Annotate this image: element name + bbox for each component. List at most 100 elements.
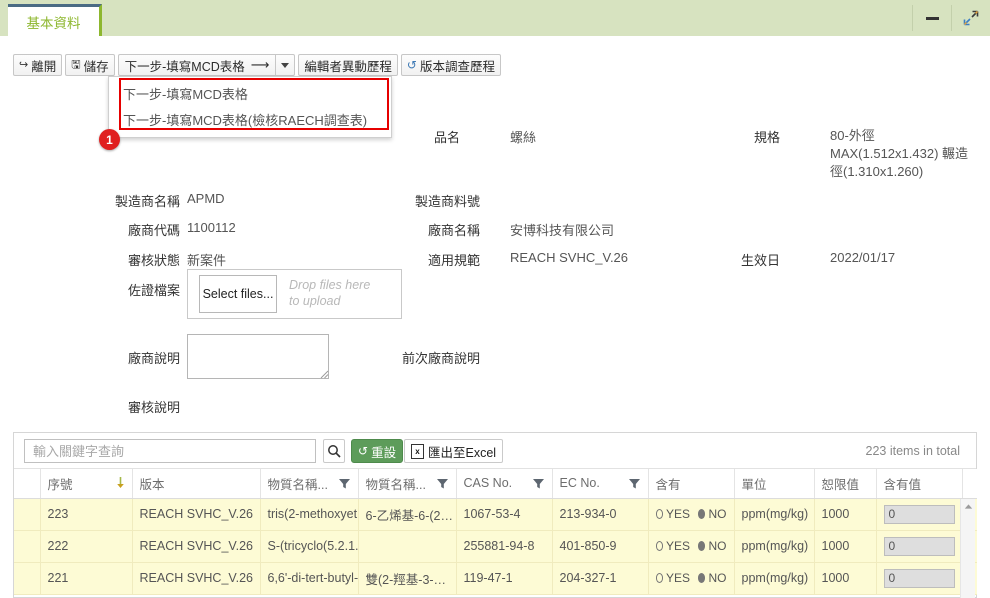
leave-button[interactable]: ↪ 離開 <box>13 54 63 76</box>
next-step-dropdown-toggle[interactable] <box>275 54 296 76</box>
sort-desc-arrow-icon <box>116 477 124 489</box>
expand-button[interactable] <box>952 0 990 36</box>
col-header-select[interactable] <box>14 469 41 499</box>
grid-vertical-scrollbar[interactable] <box>960 499 975 598</box>
col-header-limit[interactable]: 恕限值 <box>814 469 877 499</box>
row-0-contains-radio-group[interactable]: YES NO <box>655 507 727 521</box>
row-2-contains-radio-group[interactable]: YES NO <box>655 571 727 585</box>
row-1-substance-name-en: S-(tricyclo(5.2.1.0'2,6)deca-3-en-8(or 9… <box>260 530 359 563</box>
row-0-radio-no[interactable] <box>698 509 706 519</box>
row-1-limit: 1000 <box>814 530 877 563</box>
col-header-ec-no[interactable]: EC No. <box>552 469 649 499</box>
value-vendor-name: 安博科技有限公司 <box>510 223 615 238</box>
row-0-content-value[interactable] <box>876 498 963 531</box>
version-history-button[interactable]: ↺ 版本調查歷程 <box>400 54 501 76</box>
row-0-limit: 1000 <box>814 498 877 531</box>
dropdown-item-1-label: 下一步-填寫MCD表格(檢核RAECH調查表) <box>123 112 368 128</box>
col-header-scrollpad <box>962 469 977 499</box>
row-0-content-value-input[interactable] <box>883 504 955 524</box>
col-header-content-value[interactable]: 含有值 <box>876 469 963 499</box>
row-1-version: REACH SVHC_V.26 <box>132 530 261 563</box>
row-0-cas-no: 1067-53-4 <box>456 498 553 531</box>
row-1-content-value-input[interactable] <box>883 536 955 556</box>
select-files-label: Select files... <box>202 286 274 301</box>
row-1-radio-yes[interactable] <box>655 541 663 551</box>
col-header-substance-name-en-label: 物質名稱... <box>267 477 328 492</box>
reset-button[interactable]: ↺ 重設 <box>351 439 404 463</box>
filter-funnel-icon[interactable] <box>436 477 449 490</box>
label-vendor-comment: 廠商說明 <box>127 351 180 366</box>
row-1-seq: 222 <box>40 530 133 563</box>
grid-toolbar: ↺ 重設 x 匯出至Excel 223 items in total <box>14 433 976 469</box>
select-files-button[interactable]: Select files... <box>199 275 277 313</box>
search-icon <box>328 445 341 458</box>
row-1-radio-no[interactable] <box>698 541 706 551</box>
label-vendor-name: 廠商名稱 <box>427 223 480 238</box>
save-button[interactable]: 🖫 儲存 <box>65 54 115 76</box>
col-header-contains[interactable]: 含有 <box>648 469 735 499</box>
export-excel-button[interactable]: x 匯出至Excel <box>404 439 504 463</box>
row-1-cas-no: 255881-94-8 <box>456 530 553 563</box>
table-row[interactable]: 222REACH SVHC_V.26S-(tricyclo(5.2.1.0'2,… <box>14 530 977 563</box>
col-header-unit[interactable]: 單位 <box>734 469 815 499</box>
label-previous-vendor-comment: 前次廠商說明 <box>401 351 480 366</box>
value-review-status: 新案件 <box>187 253 227 268</box>
label-product-name: 品名 <box>433 130 460 145</box>
row-0-substance-name-en: tris(2-methoxyethoxy)vinylsilane <box>260 498 359 531</box>
row-2-radio-yes[interactable] <box>655 573 663 583</box>
filter-funnel-icon[interactable] <box>628 477 641 490</box>
col-header-substance-name-zh[interactable]: 物質名稱... <box>358 469 457 499</box>
col-header-version[interactable]: 版本 <box>132 469 261 499</box>
reset-icon: ↺ <box>358 444 369 458</box>
dropdown-item-0[interactable]: 下一步-填寫MCD表格 <box>109 80 391 106</box>
row-1-content-value[interactable] <box>876 530 963 563</box>
next-step-button[interactable]: 下一步-填寫MCD表格 ⟶ <box>117 54 276 76</box>
filter-funnel-icon[interactable] <box>338 477 351 490</box>
table-body: 223REACH SVHC_V.26tris(2-methoxyethoxy)v… <box>14 498 977 595</box>
row-1-radio-no-label: NO <box>708 539 727 553</box>
value-effective-date: 2022/01/17 <box>830 250 896 265</box>
row-2-radio-yes-label: YES <box>665 571 690 585</box>
file-dropzone[interactable]: Select files... Drop files here to uploa… <box>187 269 402 319</box>
row-0-ec-no: 213-934-0 <box>552 498 649 531</box>
col-header-cas-no[interactable]: CAS No. <box>456 469 553 499</box>
row-1-contains[interactable]: YES NO <box>648 530 735 563</box>
search-box[interactable] <box>24 439 316 463</box>
label-spec: 規格 <box>753 130 780 145</box>
vendor-comment-textarea[interactable] <box>187 334 329 379</box>
col-header-substance-name-en[interactable]: 物質名稱... <box>260 469 359 499</box>
row-2-radio-no-label: NO <box>708 571 727 585</box>
table-row[interactable]: 223REACH SVHC_V.26tris(2-methoxyethoxy)v… <box>14 498 977 531</box>
col-header-unit-label: 單位 <box>741 477 767 492</box>
save-disk-icon: 🖫 <box>71 58 81 71</box>
substance-grid-panel: ↺ 重設 x 匯出至Excel 223 items in total <box>13 432 977 598</box>
row-0-contains[interactable]: YES NO <box>648 498 735 531</box>
chevron-up-icon <box>964 503 973 509</box>
search-input[interactable] <box>31 442 309 460</box>
value-vendor-code: 1100112 <box>187 220 236 235</box>
row-2-content-value-input[interactable] <box>883 568 955 588</box>
col-header-seq-label: 序號 <box>47 477 73 492</box>
row-1-contains-radio-group[interactable]: YES NO <box>655 539 727 553</box>
reset-button-label: 重設 <box>371 445 397 460</box>
col-header-content-value-label: 含有值 <box>883 477 922 492</box>
table-header-row: 序號 版本 物質名稱... 物質名稱... CAS No. EC No. 含有 … <box>14 469 977 499</box>
search-button[interactable] <box>323 439 345 463</box>
dropdown-item-1[interactable]: 下一步-填寫MCD表格(檢核RAECH調查表) <box>109 106 391 132</box>
next-step-split-button: 下一步-填寫MCD表格 ⟶ <box>117 54 296 76</box>
label-evidence-files: 佐證檔案 <box>127 283 180 298</box>
row-0-version: REACH SVHC_V.26 <box>132 498 261 531</box>
row-0-radio-yes[interactable] <box>655 509 663 519</box>
tab-basic-info[interactable]: 基本資料 <box>8 4 102 36</box>
row-0-substance-name-zh: 6-乙烯基-6-(2… <box>358 498 457 531</box>
col-header-ec-no-label: EC No. <box>559 476 600 491</box>
scroll-up-arrow[interactable] <box>961 499 976 513</box>
leave-button-label: 離開 <box>31 59 57 74</box>
col-header-seq[interactable]: 序號 <box>40 469 133 499</box>
filter-funnel-icon[interactable] <box>532 477 545 490</box>
row-2-radio-no[interactable] <box>698 573 706 583</box>
minimize-button[interactable] <box>913 0 951 36</box>
editor-history-label: 編輯者異動歷程 <box>304 59 392 74</box>
editor-history-button[interactable]: 編輯者異動歷程 <box>298 54 398 76</box>
label-manufacturer-name: 製造商名稱 <box>114 194 180 209</box>
